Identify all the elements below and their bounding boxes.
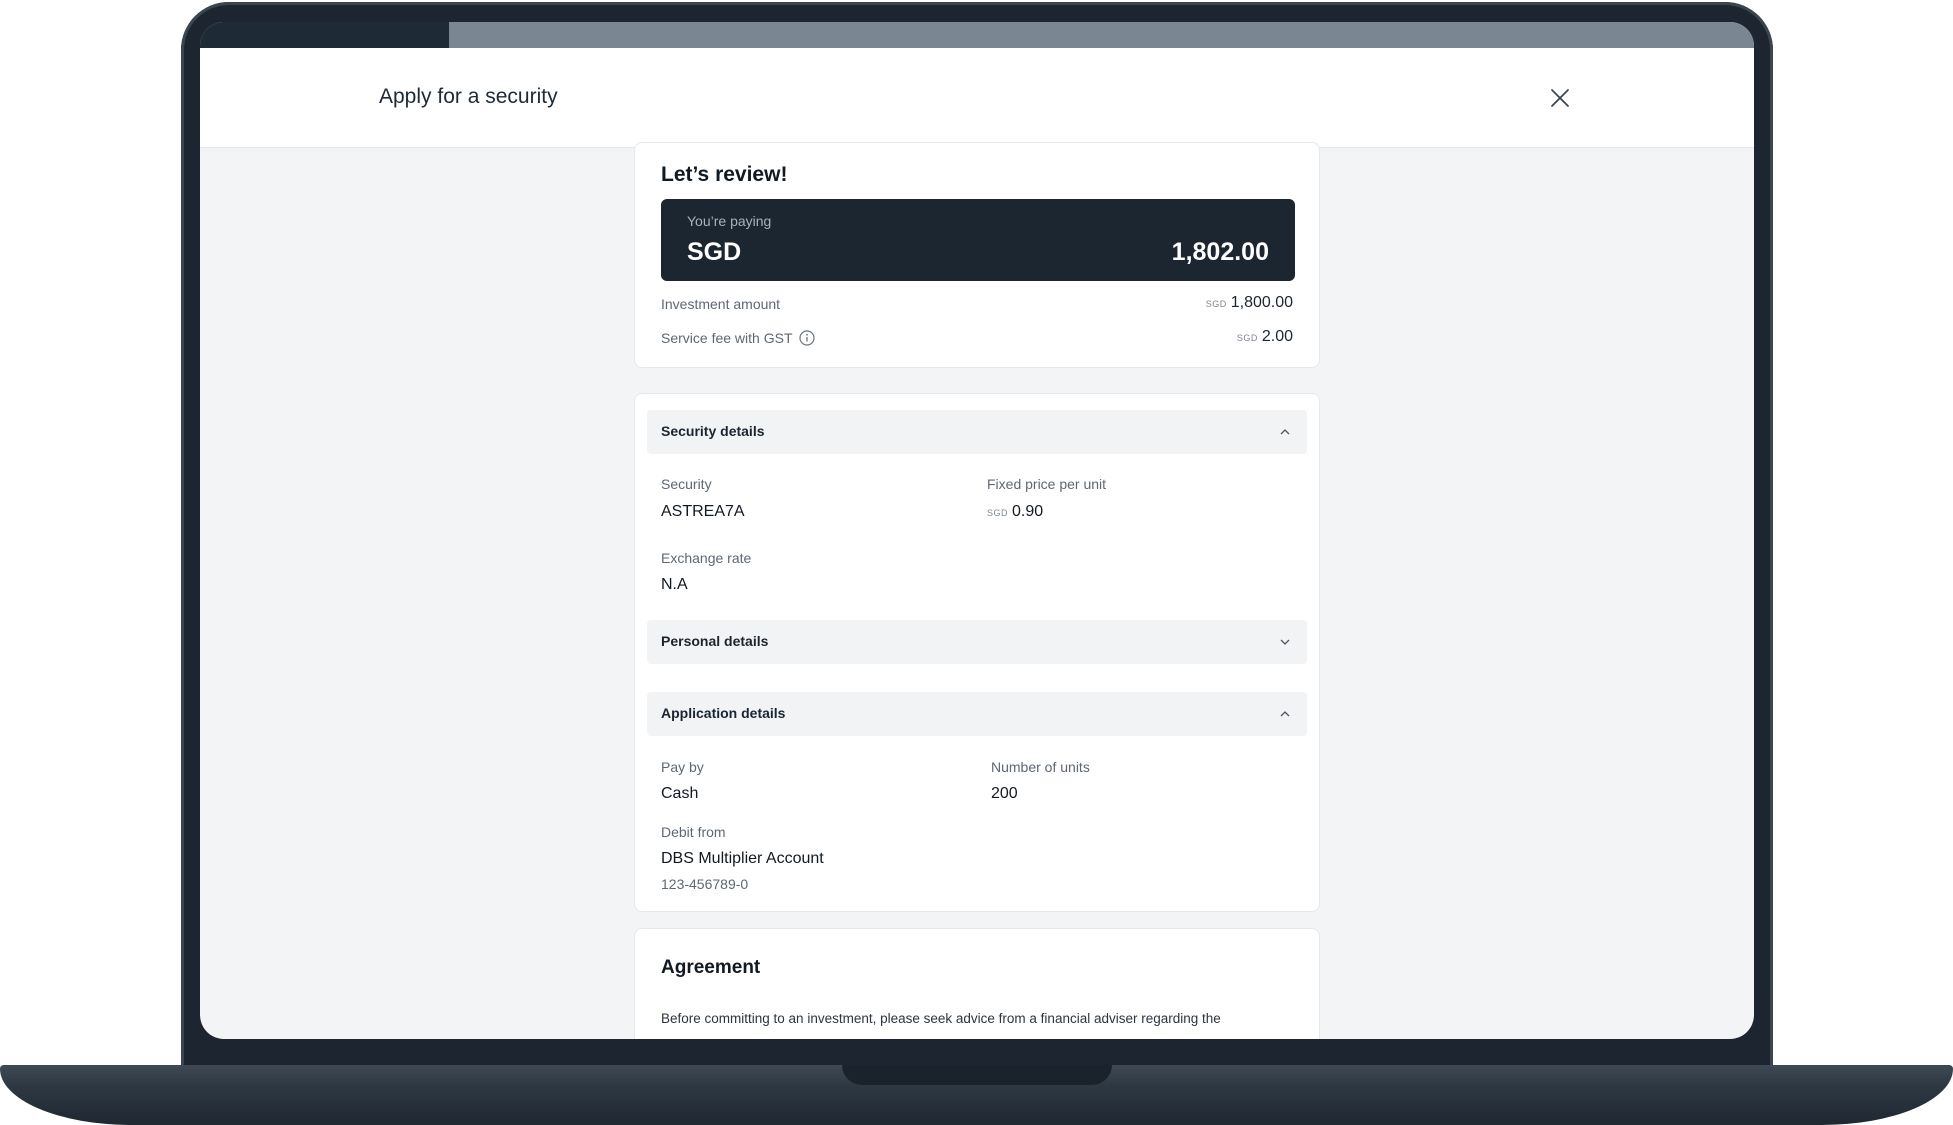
page-title: Apply for a security bbox=[379, 85, 558, 108]
security-details-header[interactable]: Security details bbox=[647, 410, 1307, 454]
amount: 1,800.00 bbox=[1230, 294, 1293, 311]
section-title: Application details bbox=[661, 705, 786, 721]
service-fee-label-text: Service fee with GST bbox=[661, 330, 793, 347]
close-icon bbox=[1551, 89, 1569, 107]
pay-by-value: Cash bbox=[661, 785, 699, 802]
agreement-title: Agreement bbox=[661, 957, 761, 978]
number-of-units-label: Number of units bbox=[991, 759, 1090, 775]
fixed-price-value: SGD 0.90 bbox=[987, 503, 1043, 521]
exchange-rate-value: N.A bbox=[661, 576, 688, 593]
review-card: Let’s review! You’re paying SGD 1,802.00… bbox=[634, 142, 1320, 368]
app-screen: Apply for a security Let’s review! You’r… bbox=[200, 22, 1754, 1039]
agreement-text: Before committing to an investment, plea… bbox=[661, 1011, 1221, 1026]
security-label: Security bbox=[661, 476, 712, 492]
review-title: Let’s review! bbox=[661, 163, 788, 186]
laptop-notch bbox=[842, 1065, 1112, 1085]
price: 0.90 bbox=[1012, 503, 1044, 520]
section-title: Personal details bbox=[661, 633, 769, 649]
personal-details-header[interactable]: Personal details bbox=[647, 620, 1307, 664]
chevron-up-icon bbox=[1280, 429, 1290, 435]
progress-bar-fill bbox=[200, 22, 449, 48]
progress-bar bbox=[200, 22, 1754, 48]
agreement-card: Agreement Before committing to an invest… bbox=[634, 928, 1320, 1039]
security-value: ASTREA7A bbox=[661, 503, 745, 520]
debit-from-label: Debit from bbox=[661, 824, 726, 840]
chevron-down-icon bbox=[1280, 639, 1290, 645]
service-fee-value: SGD 2.00 bbox=[1237, 328, 1293, 346]
debit-account-name: DBS Multiplier Account bbox=[661, 850, 824, 867]
amount: 2.00 bbox=[1261, 328, 1293, 345]
section-title: Security details bbox=[661, 423, 765, 439]
chevron-up-icon bbox=[1280, 711, 1290, 717]
paying-label: You’re paying bbox=[687, 213, 772, 229]
number-of-units-value: 200 bbox=[991, 785, 1018, 802]
currency-code: SGD bbox=[1236, 333, 1258, 343]
debit-account-number: 123-456789-0 bbox=[661, 876, 749, 892]
paying-summary: You’re paying SGD 1,802.00 bbox=[661, 199, 1295, 281]
investment-amount-label: Investment amount bbox=[661, 296, 781, 312]
details-card: Security details Security ASTREA7A Fixed… bbox=[634, 393, 1320, 912]
investment-amount-value: SGD 1,800.00 bbox=[1206, 294, 1293, 312]
info-icon[interactable] bbox=[798, 330, 815, 349]
application-details-header[interactable]: Application details bbox=[647, 692, 1307, 736]
paying-currency: SGD bbox=[687, 238, 742, 266]
currency-code: SGD bbox=[987, 508, 1009, 518]
pay-by-label: Pay by bbox=[661, 759, 704, 775]
header-bar: Apply for a security bbox=[200, 48, 1754, 148]
currency-code: SGD bbox=[1205, 299, 1227, 309]
exchange-rate-label: Exchange rate bbox=[661, 550, 752, 566]
close-button[interactable] bbox=[1548, 86, 1572, 110]
fixed-price-label: Fixed price per unit bbox=[987, 476, 1107, 492]
service-fee-label: Service fee with GST bbox=[661, 330, 815, 349]
paying-amount: 1,802.00 bbox=[1171, 238, 1269, 266]
